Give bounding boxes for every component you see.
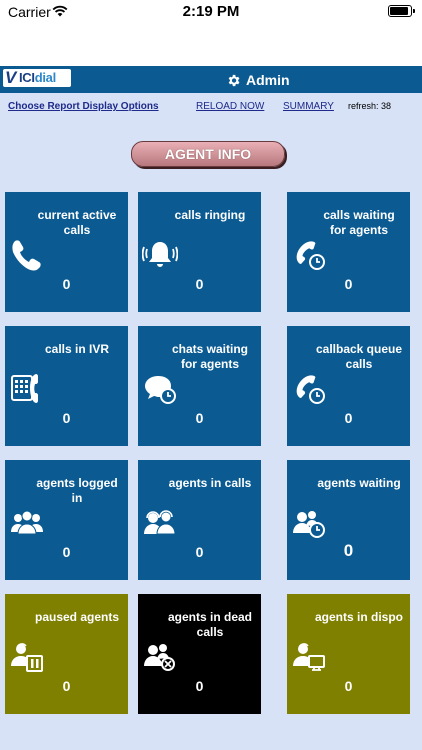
tile-agents-waiting[interactable]: agents waiting 0	[287, 460, 410, 580]
user-group-icon	[11, 510, 43, 535]
tile-agents-logged-in[interactable]: agents logged in 0	[5, 460, 128, 580]
tile-count: 0	[343, 541, 354, 560]
tile-count: 0	[195, 276, 204, 292]
agents-dead-call-icon	[144, 644, 175, 671]
tile-count: 0	[344, 410, 353, 426]
tile-label: callback queue calls	[315, 342, 403, 371]
chat-clock-icon	[145, 376, 176, 404]
logo-text: ICIdial	[19, 70, 56, 85]
tile-count: 0	[62, 410, 71, 426]
tile-agents-in-dead-calls[interactable]: agents in dead calls 0	[138, 594, 261, 714]
tile-label: current active calls	[37, 208, 117, 237]
tile-paused-agents[interactable]: paused agents 0	[5, 594, 128, 714]
ringing-bell-icon	[142, 242, 178, 267]
tile-label: paused agents	[34, 610, 120, 624]
tile-label: calls in IVR	[44, 342, 110, 356]
tile-count: 0	[62, 276, 71, 292]
tile-count: 0	[344, 276, 353, 292]
tile-calls-ringing[interactable]: calls ringing 0	[138, 192, 261, 312]
tile-count: 0	[62, 678, 71, 694]
tile-count: 0	[195, 410, 204, 426]
tile-agents-in-dispo[interactable]: agents in dispo 0	[287, 594, 410, 714]
agent-info-button[interactable]: AGENT INFO	[131, 141, 285, 167]
vicidial-logo[interactable]: V ICIdial	[3, 69, 71, 87]
battery-icon	[388, 5, 415, 17]
tile-label: agents in calls	[168, 476, 252, 490]
agent-dispo-icon	[293, 643, 325, 671]
agent-pause-icon	[11, 643, 43, 672]
status-time: 2:19 PM	[182, 3, 240, 20]
tile-count: 0	[195, 678, 204, 694]
tile-label: agents in dispo	[314, 610, 403, 624]
tile-count: 0	[62, 544, 71, 560]
phone-icon	[12, 240, 41, 271]
tile-count: 0	[195, 544, 204, 560]
agents-clock-icon	[293, 511, 325, 538]
admin-label: Admin	[246, 72, 290, 88]
logo-accent: dial	[34, 70, 57, 85]
tile-label: calls ringing	[174, 208, 246, 222]
phone-clock-icon	[296, 241, 325, 270]
status-bar: Carrier 2:19 PM	[0, 0, 422, 66]
logo-main: ICI	[19, 70, 35, 85]
tile-label: calls waiting for agents	[323, 208, 395, 237]
tile-count: 0	[344, 678, 353, 694]
headset-agents-icon	[144, 510, 176, 535]
admin-menu[interactable]: Admin	[226, 71, 290, 89]
tile-current-active-calls[interactable]: current active calls 0	[5, 192, 128, 312]
ivr-keypad-icon	[11, 374, 38, 403]
tile-label: agents waiting	[317, 476, 401, 490]
tile-calls-in-ivr[interactable]: calls in IVR 0	[5, 326, 128, 446]
app-header: V ICIdial Admin	[0, 66, 422, 93]
gear-icon	[228, 74, 240, 86]
tile-label: agents in dead calls	[167, 610, 253, 639]
reload-now-link[interactable]: RELOAD NOW	[196, 101, 264, 112]
summary-link[interactable]: SUMMARY	[283, 101, 334, 112]
tile-label: chats waiting for agents	[171, 342, 248, 371]
choose-report-options-link[interactable]: Choose Report Display Options	[8, 101, 159, 112]
report-toolbar: Choose Report Display Options RELOAD NOW…	[0, 93, 422, 121]
phone-clock-icon	[296, 375, 325, 404]
tile-label: agents logged in	[36, 476, 118, 505]
tile-chats-waiting-for-agents[interactable]: chats waiting for agents 0	[138, 326, 261, 446]
tile-calls-waiting-for-agents[interactable]: calls waiting for agents 0	[287, 192, 410, 312]
tile-agents-in-calls[interactable]: agents in calls 0	[138, 460, 261, 580]
tile-callback-queue-calls[interactable]: callback queue calls 0	[287, 326, 410, 446]
refresh-countdown: refresh: 38	[348, 101, 392, 111]
logo-v: V	[5, 69, 17, 87]
